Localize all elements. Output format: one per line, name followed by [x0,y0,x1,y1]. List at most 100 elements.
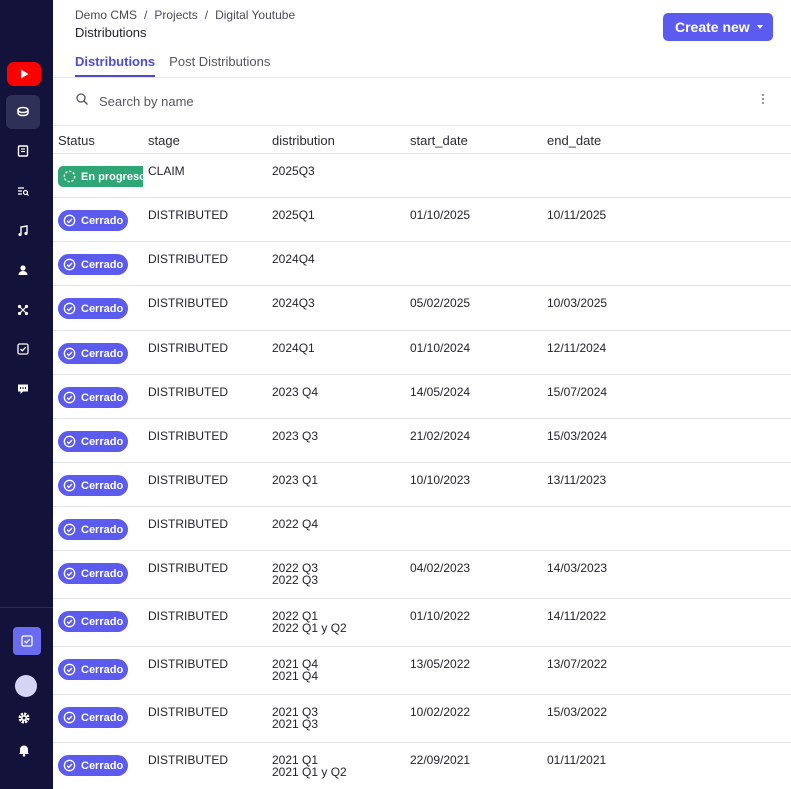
coins-icon[interactable] [6,95,40,129]
music-icon[interactable] [6,214,40,248]
sidebar-divider [0,607,53,608]
stage-cell: DISTRIBUTED [148,753,229,767]
table-row[interactable]: Cerrado DISTRIBUTED 2025Q1 01/10/2025 10/11/… [53,198,791,242]
distribution-cell: 2021 Q3 2021 Q3 [272,705,319,731]
page-title: Distributions [75,25,147,40]
distribution-cell: 2022 Q3 2022 Q3 [272,561,319,587]
check-circle-icon [63,435,76,448]
breadcrumb: Demo CMS / Projects / Digital Youtube [75,8,295,22]
table-row[interactable]: Cerrado DISTRIBUTED 2022 Q1 2022 Q1 y Q2 01… [53,599,791,647]
status-label: Cerrado [81,759,124,772]
distribution-cell: 2023 Q4 [272,385,319,399]
check-circle-icon [63,759,76,772]
network-icon[interactable] [6,293,40,327]
column-header-stage[interactable]: stage [148,133,180,148]
table-row[interactable]: Cerrado DISTRIBUTED 2024Q3 05/02/2025 10/03/… [53,286,791,331]
table-row[interactable]: Cerrado DISTRIBUTED 2021 Q1 2021 Q1 y Q2 22… [53,743,791,789]
table-row[interactable]: Cerrado DISTRIBUTED 2024Q1 01/10/2024 12/11/… [53,331,791,375]
end-date-cell: 15/03/2022 [547,705,608,719]
sidebar [0,0,53,789]
distributions-table: Status stage distribution start_date end… [53,126,791,789]
search-input[interactable] [99,92,699,110]
table-row[interactable]: En progreso CLAIM 2025Q3 [53,154,791,198]
table-row[interactable]: Cerrado DISTRIBUTED 2023 Q4 14/05/2024 15/07… [53,375,791,419]
stage-cell: DISTRIBUTED [148,429,229,443]
breadcrumb-item-projects[interactable]: Projects [154,8,197,22]
status-badge: Cerrado [58,343,128,364]
stage-cell: DISTRIBUTED [148,341,229,355]
status-label: Cerrado [81,214,124,227]
distribution-cell: 2023 Q1 [272,473,319,487]
stage-cell: DISTRIBUTED [148,208,229,222]
breadcrumb-separator: / [204,8,209,22]
chat-icon[interactable] [6,372,40,406]
column-header-distribution[interactable]: distribution [272,133,335,148]
status-label: Cerrado [81,391,124,404]
table-row[interactable]: Cerrado DISTRIBUTED 2021 Q3 2021 Q3 10/02/2… [53,695,791,743]
distribution-cell: 2023 Q3 [272,429,319,443]
breadcrumb-item-digital-youtube[interactable]: Digital Youtube [215,8,295,22]
avatar[interactable] [15,675,37,697]
distribution-cell: 2021 Q1 2021 Q1 y Q2 [272,753,347,779]
start-date-cell: 14/05/2024 [410,385,471,399]
status-badge: Cerrado [58,563,128,584]
status-badge: Cerrado [58,210,128,231]
list-search-icon[interactable] [6,174,40,208]
checkbox-icon[interactable] [13,627,41,655]
check-circle-icon [63,214,76,227]
loading-icon [63,170,76,183]
status-badge: Cerrado [58,611,128,632]
book-icon[interactable] [6,134,40,168]
start-date-cell: 13/05/2022 [410,657,471,671]
checkbox-icon[interactable] [6,332,40,366]
column-header-status[interactable]: Status [58,133,95,148]
table-row[interactable]: Cerrado DISTRIBUTED 2021 Q4 2021 Q4 13/05/2… [53,647,791,695]
check-circle-icon [63,523,76,536]
start-date-cell: 04/02/2023 [410,561,471,575]
breadcrumb-item-demo-cms[interactable]: Demo CMS [75,8,137,22]
status-badge: Cerrado [58,298,128,319]
bell-icon[interactable] [17,743,31,762]
more-options-icon[interactable] [761,94,765,104]
distribution-cell: 2025Q3 [272,164,315,178]
user-icon[interactable] [6,253,40,287]
app-window: Demo CMS / Projects / Digital Youtube Di… [0,0,791,789]
youtube-logo-icon[interactable] [7,62,41,86]
status-label: Cerrado [81,479,124,492]
caret-down-icon[interactable] [757,25,763,29]
status-label: Cerrado [81,711,124,724]
check-circle-icon [63,479,76,492]
gear-icon[interactable] [17,711,31,730]
end-date-cell: 13/11/2023 [547,473,607,487]
breadcrumb-separator: / [144,8,148,22]
distribution-cell: 2025Q1 [272,208,315,222]
table-row[interactable]: Cerrado DISTRIBUTED 2023 Q3 21/02/2024 15/03… [53,419,791,463]
start-date-cell: 01/10/2024 [410,341,471,355]
tab-distributions[interactable]: Distributions [75,54,156,77]
start-date-cell: 22/09/2021 [410,753,471,767]
check-circle-icon [63,567,76,580]
start-date-cell: 21/02/2024 [410,429,471,443]
status-badge: Cerrado [58,387,128,408]
status-badge: En progreso [58,166,143,187]
end-date-cell: 15/03/2024 [547,429,608,443]
check-circle-icon [63,302,76,315]
table-row[interactable]: Cerrado DISTRIBUTED 2024Q4 [53,242,791,286]
stage-cell: CLAIM [148,164,185,178]
column-header-start-date[interactable]: start_date [410,133,468,148]
start-date-cell: 01/10/2022 [410,609,471,623]
table-row[interactable]: Cerrado DISTRIBUTED 2022 Q3 2022 Q3 04/02/2… [53,551,791,599]
distribution-cell: 2022 Q4 [272,517,319,531]
end-date-cell: 12/11/2024 [547,341,607,355]
create-new-button[interactable]: Create new [663,13,773,41]
search-icon [75,92,89,111]
table-header: Status stage distribution start_date end… [53,126,791,154]
stage-cell: DISTRIBUTED [148,473,229,487]
stage-cell: DISTRIBUTED [148,609,229,623]
start-date-cell: 10/10/2023 [410,473,471,487]
table-row[interactable]: Cerrado DISTRIBUTED 2022 Q4 [53,507,791,551]
tab-post-distributions[interactable]: Post Distributions [169,54,270,77]
distribution-cell: 2024Q3 [272,296,315,310]
table-row[interactable]: Cerrado DISTRIBUTED 2023 Q1 10/10/2023 13/11… [53,463,791,507]
column-header-end-date[interactable]: end_date [547,133,601,148]
